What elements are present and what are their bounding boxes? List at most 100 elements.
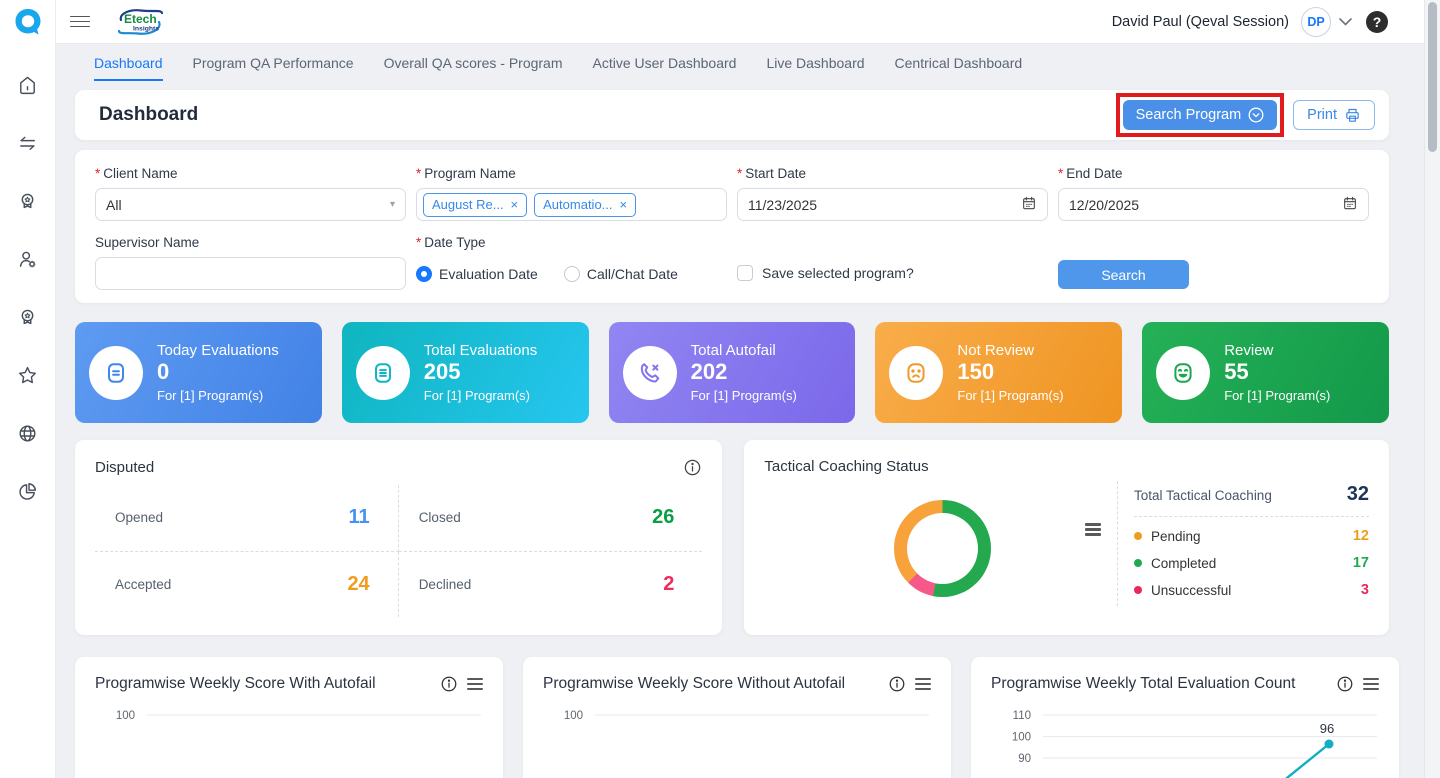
avatar[interactable]: DP <box>1301 7 1331 37</box>
program-name-field: *Program Name August Re... × Automatio..… <box>416 166 727 221</box>
tab-dashboard[interactable]: Dashboard <box>94 55 163 81</box>
user-name: David Paul (Qeval Session) <box>1112 14 1289 30</box>
program-chip[interactable]: Automatio... × <box>534 193 636 217</box>
chart-menu-icon[interactable] <box>1363 678 1379 691</box>
clipboard-list-icon <box>89 346 143 400</box>
tab-active-user-dashboard[interactable]: Active User Dashboard <box>593 55 737 81</box>
help-icon[interactable]: ? <box>1366 11 1388 33</box>
vertical-scrollbar <box>1424 0 1440 778</box>
client-name-field: *Client Name All ▾ <box>95 166 406 221</box>
legend-unsuccessful: Unsuccessful 3 <box>1134 582 1369 598</box>
line-chart-canvas: 100 <box>543 703 931 778</box>
chevron-down-icon[interactable] <box>1339 13 1352 31</box>
happy-face-icon <box>1156 346 1210 400</box>
chart-menu-icon[interactable] <box>467 678 483 691</box>
svg-text:Insights: Insights <box>133 25 159 32</box>
stat-cards-row: Today Evaluations 0 For [1] Program(s) T… <box>75 322 1389 423</box>
program-name-multiselect[interactable]: August Re... × Automatio... × <box>416 188 727 221</box>
supervisor-name-field: Supervisor Name <box>95 233 406 290</box>
legend-dot <box>1134 532 1142 540</box>
menu-toggle-icon[interactable] <box>69 14 91 30</box>
svg-text:100: 100 <box>1012 732 1031 744</box>
tactical-donut-chart <box>894 500 991 597</box>
save-program-checkbox[interactable] <box>737 265 753 281</box>
legend-dot <box>1134 586 1142 594</box>
phone-x-icon <box>623 346 677 400</box>
line-chart-canvas: 110 100 90 96 <box>991 703 1379 778</box>
stat-card-not-review: Not Review 150 For [1] Program(s) <box>875 322 1122 423</box>
info-icon[interactable] <box>1336 675 1354 693</box>
badge-star-icon-2[interactable] <box>15 304 41 330</box>
transfer-arrows-icon[interactable] <box>15 130 41 156</box>
chevron-down-circle-icon <box>1248 107 1264 123</box>
client-name-select[interactable]: All ▾ <box>95 188 406 221</box>
radio-unselected-icon[interactable] <box>564 266 580 282</box>
disputed-accepted: Accepted 24 <box>95 552 399 618</box>
chart-weekly-total-evaluation-count: Programwise Weekly Total Evaluation Coun… <box>971 657 1399 778</box>
tab-centrical-dashboard[interactable]: Centrical Dashboard <box>895 55 1023 81</box>
etech-insights-logo: Etech Insights <box>115 6 167 38</box>
client-name-value: All <box>106 197 122 213</box>
tactical-coaching-panel: Tactical Coaching Status Total Tactical … <box>744 440 1389 635</box>
tab-live-dashboard[interactable]: Live Dashboard <box>766 55 864 81</box>
info-icon[interactable] <box>440 675 458 693</box>
pie-chart-icon[interactable] <box>15 478 41 504</box>
info-icon[interactable] <box>683 458 702 477</box>
page-title: Dashboard <box>99 104 198 126</box>
filter-panel: *Client Name All ▾ *Program Name August … <box>75 150 1389 303</box>
user-gear-icon[interactable] <box>15 246 41 272</box>
tab-program-qa-performance[interactable]: Program QA Performance <box>193 55 354 81</box>
search-program-label: Search Program <box>1136 107 1242 123</box>
printer-icon <box>1344 107 1361 124</box>
disputed-panel: Disputed Opened 11 Closed 26 Accepted 24 <box>75 440 722 635</box>
line-series <box>1256 744 1329 778</box>
tab-overall-qa-scores[interactable]: Overall QA scores - Program <box>384 55 563 81</box>
close-icon[interactable]: × <box>511 198 519 211</box>
legend-dot <box>1134 559 1142 567</box>
home-icon[interactable] <box>15 72 41 98</box>
chart-menu-icon[interactable] <box>915 678 931 691</box>
radio-call-chat-date[interactable]: Call/Chat Date <box>564 266 678 282</box>
qeval-q-logo[interactable] <box>0 0 56 44</box>
select-caret-icon: ▾ <box>390 199 395 210</box>
supervisor-name-input-wrap <box>95 257 406 290</box>
radio-selected-icon[interactable] <box>416 266 432 282</box>
scrollbar-thumb[interactable] <box>1428 2 1437 152</box>
disputed-opened: Opened 11 <box>95 485 399 552</box>
radio-evaluation-date[interactable]: Evaluation Date <box>416 266 538 282</box>
svg-text:Etech: Etech <box>124 12 157 26</box>
line-chart-canvas: 100 <box>95 703 483 778</box>
stat-card-total-autofail: Total Autofail 202 For [1] Program(s) <box>609 322 856 423</box>
highlight-annotation-box: Search Program <box>1116 93 1285 137</box>
globe-icon[interactable] <box>15 420 41 446</box>
search-action: Search <box>1058 233 1369 290</box>
search-button[interactable]: Search <box>1058 260 1189 289</box>
data-point[interactable] <box>1325 740 1334 749</box>
dashboard-tabs: Dashboard Program QA Performance Overall… <box>75 55 1389 81</box>
program-chip[interactable]: August Re... × <box>423 193 527 217</box>
close-icon[interactable]: × <box>620 198 628 211</box>
print-button[interactable]: Print <box>1293 100 1375 130</box>
end-date-input[interactable]: 12/20/2025 <box>1058 188 1369 221</box>
chart-weekly-score-without-autofail: Programwise Weekly Score Without Autofai… <box>523 657 951 778</box>
save-program-field: Save selected program? <box>737 233 1048 290</box>
info-icon[interactable] <box>888 675 906 693</box>
sidebar-nav <box>15 72 41 504</box>
sad-face-icon <box>889 346 943 400</box>
disputed-title: Disputed <box>95 459 154 476</box>
search-program-button[interactable]: Search Program <box>1123 100 1278 130</box>
tactical-title: Tactical Coaching Status <box>764 458 928 475</box>
star-icon[interactable] <box>15 362 41 388</box>
calendar-icon[interactable] <box>1021 195 1037 214</box>
stat-card-review: Review 55 For [1] Program(s) <box>1142 322 1389 423</box>
badge-star-icon[interactable] <box>15 188 41 214</box>
main-content: Dashboard Program QA Performance Overall… <box>56 44 1408 778</box>
start-date-field: *Start Date 11/23/2025 <box>737 166 1048 221</box>
legend-pending: Pending 12 <box>1134 528 1369 544</box>
supervisor-name-input[interactable] <box>106 266 395 282</box>
calendar-icon[interactable] <box>1342 195 1358 214</box>
chart-menu-icon[interactable] <box>1085 523 1101 536</box>
svg-text:100: 100 <box>564 710 583 722</box>
stat-card-today-evaluations: Today Evaluations 0 For [1] Program(s) <box>75 322 322 423</box>
start-date-input[interactable]: 11/23/2025 <box>737 188 1048 221</box>
